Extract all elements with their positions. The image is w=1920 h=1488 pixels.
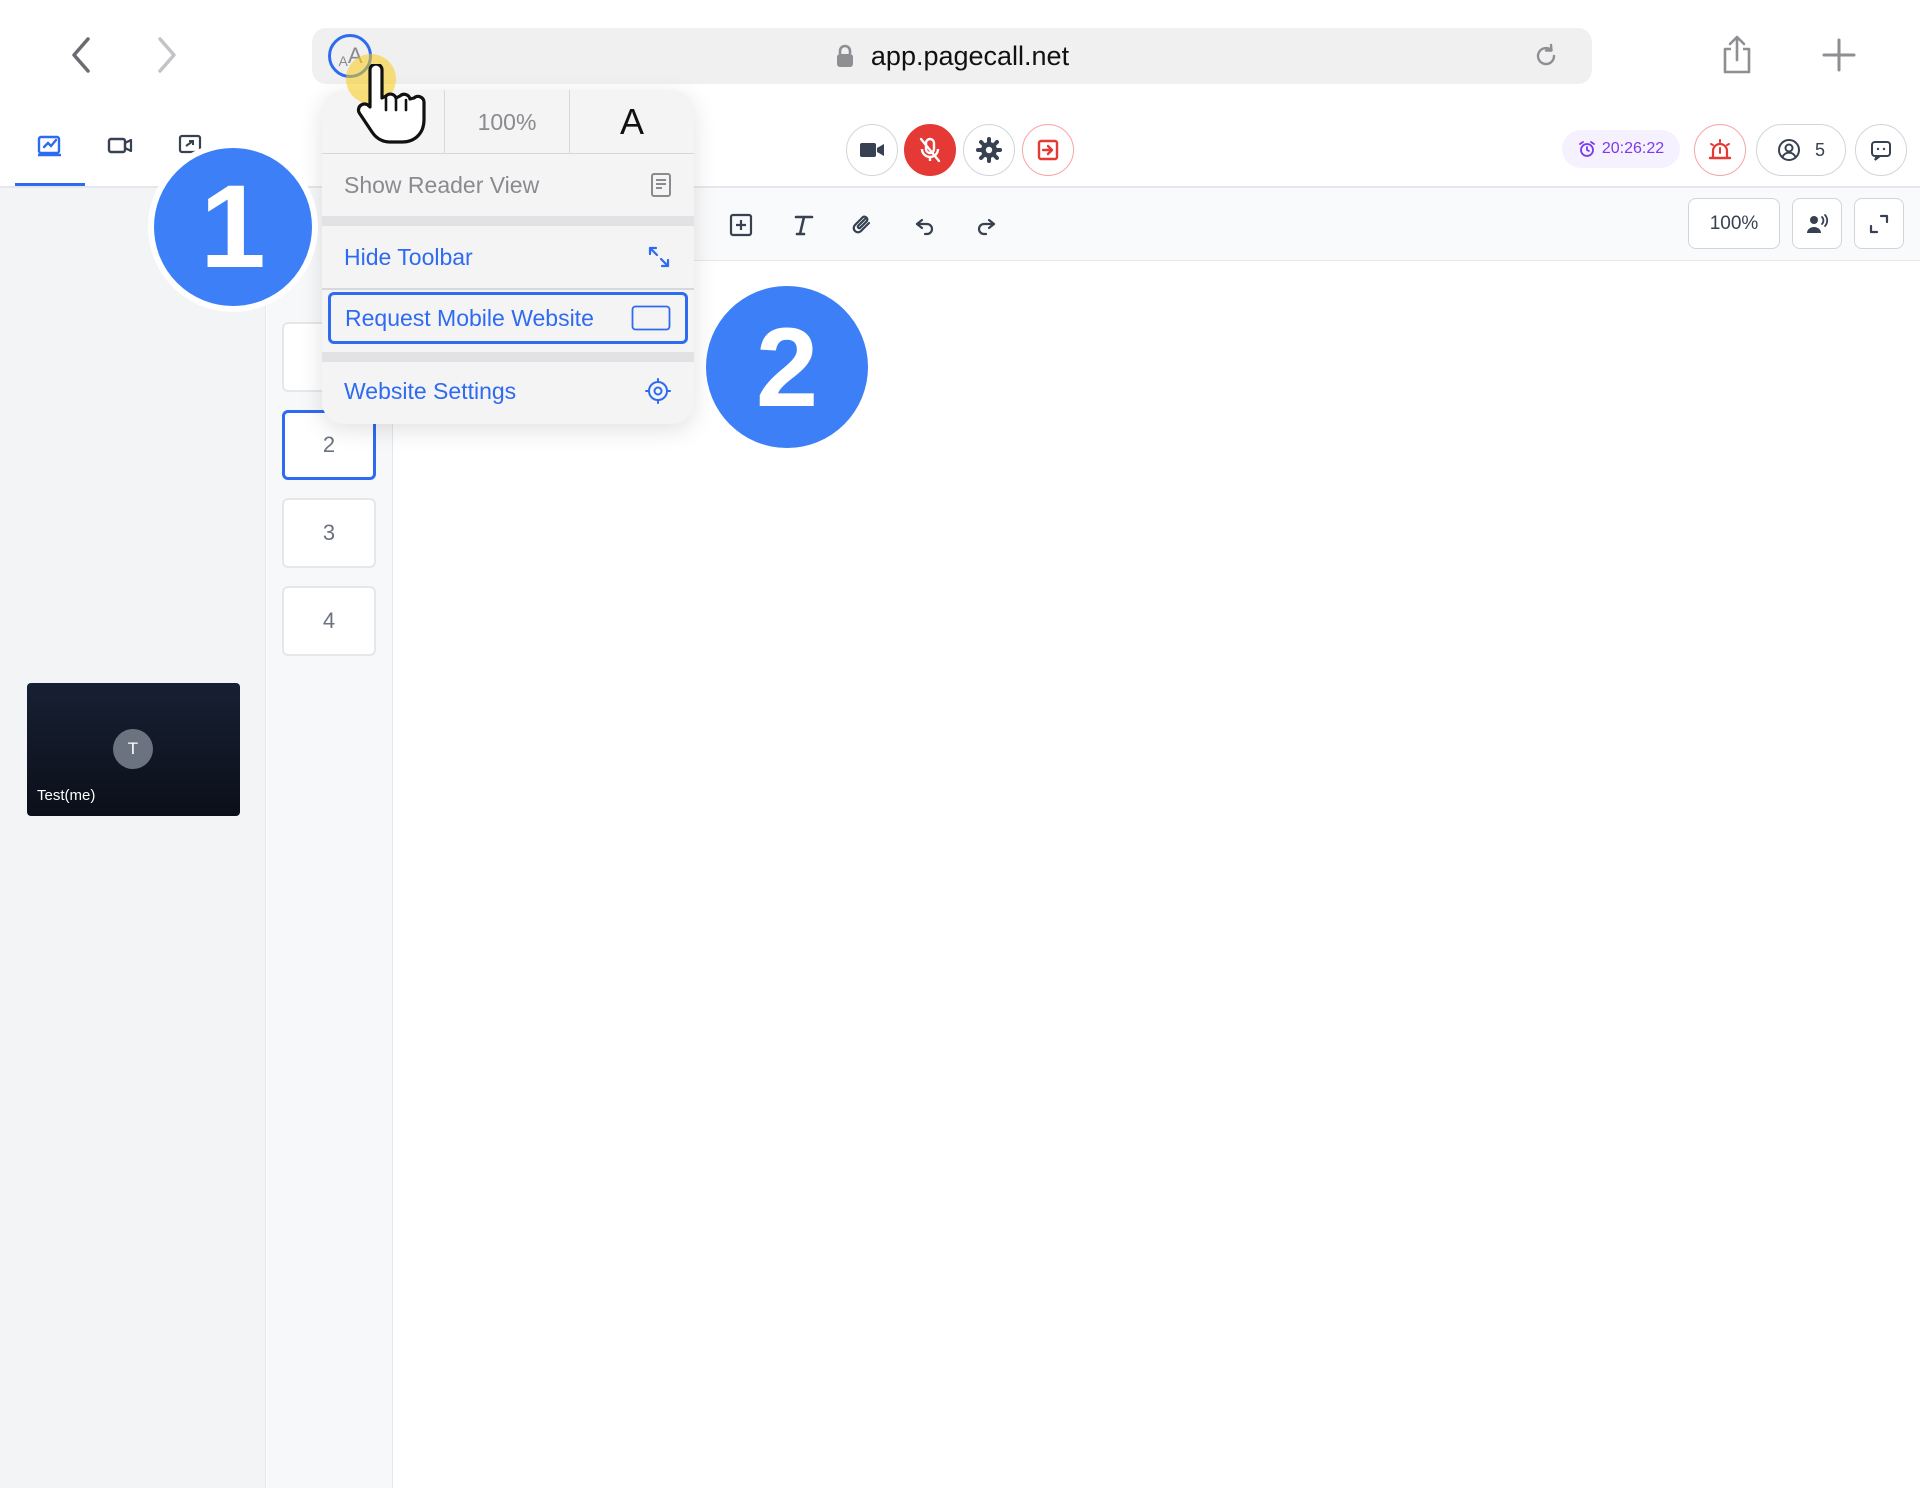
whiteboard-canvas[interactable] (394, 262, 1920, 1488)
menu-item-label: Website Settings (344, 377, 517, 404)
font-larger-button[interactable]: A (570, 90, 694, 154)
menu-separator (322, 352, 694, 362)
reload-icon (1536, 43, 1556, 66)
step-marker-2: 2 (706, 286, 868, 448)
redo-icon (977, 218, 996, 236)
tab-whiteboard[interactable] (15, 132, 85, 186)
menu-item-label: Show Reader View (344, 171, 540, 198)
speaker-person-icon (1807, 213, 1829, 233)
gear-icon (976, 137, 1002, 163)
new-tab-button[interactable] (1814, 30, 1864, 80)
page-thumb-4[interactable]: 4 (282, 586, 376, 656)
aa-small-glyph: A (338, 53, 347, 69)
share-button[interactable] (1712, 30, 1762, 80)
video-camera-icon (107, 137, 133, 154)
step-marker-1: 1 (148, 142, 318, 312)
lock-icon (836, 44, 853, 67)
fullscreen-icon (1869, 214, 1889, 233)
chevron-right-icon (158, 37, 176, 73)
chevron-left-icon (72, 37, 90, 73)
user-circle-icon (1777, 139, 1800, 161)
attach-file-tool[interactable] (846, 208, 880, 242)
session-timer: 20:26:22 (1562, 130, 1680, 168)
video-sidebar: T Test(me) (0, 188, 266, 1488)
menu-separator (322, 216, 694, 226)
reader-view-icon (651, 173, 671, 197)
camera-toggle-button[interactable] (846, 124, 898, 176)
zoom-level: 100% (445, 90, 570, 154)
plus-icon (1822, 38, 1856, 72)
exit-room-button[interactable] (1022, 124, 1074, 176)
alert-siren-button[interactable] (1694, 124, 1746, 176)
add-box-icon (729, 213, 753, 237)
text-tool[interactable] (786, 208, 820, 242)
menu-item-label: Hide Toolbar (344, 243, 473, 270)
text-icon (794, 215, 814, 236)
video-camera-icon (860, 143, 884, 157)
whiteboard-icon (37, 135, 61, 157)
reload-button[interactable] (1532, 42, 1560, 70)
paperclip-icon (852, 215, 871, 234)
page-thumb-3[interactable]: 3 (282, 498, 376, 568)
hand-pointer-icon (356, 64, 426, 144)
chat-bubble-icon (1871, 141, 1891, 161)
presenter-voice-button[interactable] (1792, 198, 1842, 249)
participant-video-tile[interactable]: T Test(me) (27, 683, 240, 816)
mic-toggle-button[interactable] (904, 124, 956, 176)
exit-icon (1037, 139, 1059, 161)
fullscreen-button[interactable] (1854, 198, 1904, 249)
avatar: T (113, 729, 153, 769)
participants-button[interactable]: 5 (1756, 124, 1846, 176)
add-page-tool[interactable] (724, 208, 758, 242)
browser-chrome: app.pagecall.net AA (0, 0, 1920, 112)
menu-divider (322, 288, 694, 290)
menu-item-website-settings[interactable]: Website Settings (322, 362, 694, 420)
address-bar[interactable]: app.pagecall.net AA (312, 28, 1592, 84)
participant-name: Test(me) (37, 787, 96, 804)
expand-arrows-icon (648, 246, 670, 268)
alarm-clock-icon (1578, 141, 1595, 157)
gear-icon (645, 378, 671, 404)
menu-item-show-reader-view: Show Reader View (322, 156, 694, 214)
timer-text: 20:26:22 (1601, 140, 1665, 157)
tab-video[interactable] (85, 132, 155, 186)
menu-item-request-mobile-website[interactable]: Request Mobile Website (328, 292, 688, 344)
settings-button[interactable] (963, 124, 1015, 176)
forward-button[interactable] (142, 30, 192, 80)
microphone-off-icon (919, 137, 941, 163)
siren-icon (1708, 139, 1732, 160)
share-icon (1723, 35, 1751, 74)
undo-button[interactable] (908, 208, 942, 242)
participants-count: 5 (1814, 139, 1825, 160)
menu-item-label: Request Mobile Website (345, 304, 594, 331)
back-button[interactable] (56, 30, 106, 80)
mobile-device-icon (631, 305, 671, 331)
undo-icon (915, 218, 934, 236)
whiteboard-zoom-control[interactable]: 100% (1688, 198, 1780, 249)
menu-item-hide-toolbar[interactable]: Hide Toolbar (322, 228, 694, 286)
redo-button[interactable] (969, 208, 1003, 242)
chat-button[interactable] (1855, 124, 1907, 176)
url-text[interactable]: app.pagecall.net (871, 41, 1069, 72)
